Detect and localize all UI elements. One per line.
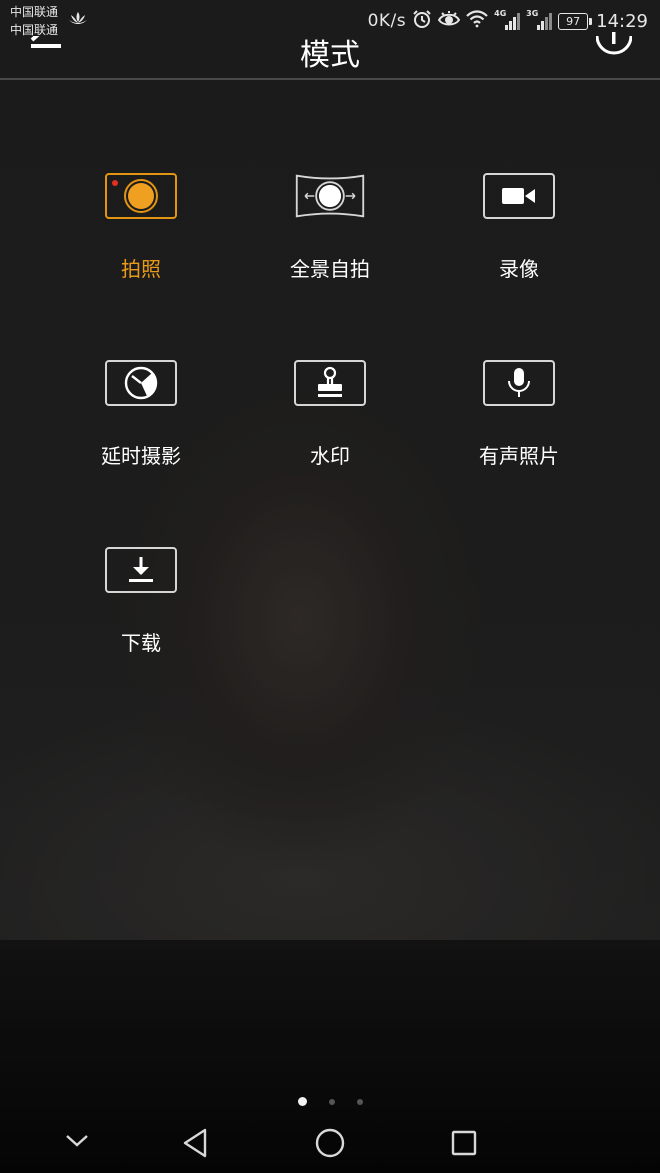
info-icon[interactable] — [595, 32, 633, 62]
mode-label: 有声照片 — [479, 444, 559, 468]
page-dot-3[interactable] — [357, 1098, 363, 1105]
video-icon — [483, 173, 555, 219]
mode-watermark[interactable]: 水印 — [240, 360, 420, 490]
mode-label: 下载 — [121, 631, 161, 655]
mode-label: 全景自拍 — [290, 257, 370, 281]
timelapse-icon — [105, 360, 177, 406]
mode-label: 水印 — [310, 444, 350, 468]
chevron-down-icon[interactable] — [64, 1133, 90, 1153]
mode-label: 录像 — [499, 257, 539, 281]
page-indicator — [298, 1097, 363, 1106]
watermark-icon — [294, 360, 366, 406]
lotus-icon — [68, 10, 88, 30]
mode-photo[interactable]: 拍照 — [51, 173, 231, 303]
navigation-bar — [0, 1115, 660, 1173]
eye-icon — [437, 10, 461, 32]
mode-label: 延时摄影 — [101, 444, 181, 468]
record-dot — [112, 180, 118, 186]
mode-timelapse[interactable]: 延时摄影 — [51, 360, 231, 490]
mode-audio-photo[interactable]: 有声照片 — [429, 360, 609, 490]
mode-label: 拍照 — [121, 257, 161, 281]
page-dot-1[interactable] — [298, 1097, 307, 1106]
battery-icon: 97 — [558, 12, 593, 30]
net-speed: 0K/s — [367, 11, 407, 31]
back-icon[interactable] — [181, 1127, 211, 1163]
wifi-icon — [466, 10, 488, 32]
home-icon[interactable] — [314, 1127, 346, 1163]
mode-video[interactable]: 录像 — [429, 173, 609, 303]
download-icon — [105, 547, 177, 593]
clock: 14:29 — [596, 10, 648, 32]
page-title: 模式 — [300, 38, 360, 73]
mode-panorama-selfie[interactable]: 全景自拍 — [240, 173, 420, 303]
microphone-icon — [483, 360, 555, 406]
recents-icon[interactable] — [450, 1129, 478, 1161]
carrier-1: 中国联通 — [10, 5, 59, 19]
mode-download[interactable]: 下载 — [51, 547, 231, 677]
page-dot-2[interactable] — [329, 1098, 335, 1105]
panorama-icon — [294, 173, 366, 219]
signal-icon: 4G — [494, 9, 521, 31]
photo-icon — [105, 173, 177, 219]
mode-header: 模式 — [0, 20, 660, 80]
signal-icon-2: 3G — [526, 9, 553, 31]
